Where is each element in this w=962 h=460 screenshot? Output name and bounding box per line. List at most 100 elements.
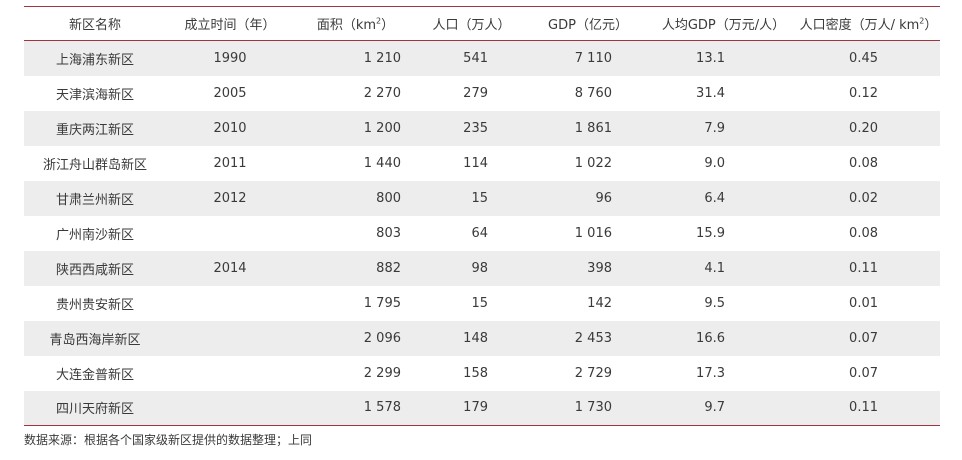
cell-area: 2 096 [363,330,401,346]
cell-gdp: 96 [595,190,612,206]
header-gdp: GDP（亿元） [548,18,628,33]
cell-area: 803 [376,225,401,241]
cell-population: 15 [471,190,488,206]
cell-gdp-per-capita: 16.6 [696,330,725,346]
cell-gdp-per-capita: 9.0 [704,155,725,171]
cell-population: 279 [463,85,488,101]
cell-year [166,286,294,321]
cell-name: 贵州贵安新区 [55,297,134,313]
cell-year: 2005 [213,85,247,101]
cell-gdp: 1 022 [574,155,612,171]
table-row: 贵州贵安新区 1 795 15 142 9.5 0.01 [24,286,940,321]
cell-population: 235 [463,120,488,136]
cell-area: 1 210 [363,50,401,66]
cell-name: 大连金普新区 [55,367,134,383]
table-row: 广州南沙新区 803 64 1 016 15.9 0.08 [24,216,940,251]
cell-gdp-per-capita: 6.4 [704,190,725,206]
table-body: 上海浦东新区 1990 1 210 541 7 110 13.1 0.45 天津滨海新区 200… [24,40,940,426]
cell-name: 青岛西海岸新区 [49,332,141,348]
cell-name: 上海浦东新区 [55,52,134,68]
cell-population: 114 [463,155,488,171]
cell-name: 甘肃兰州新区 [55,192,134,208]
table-header-row: 新区名称 成立时间（年） 面积（km2） 人口（万人） GDP（亿元） 人均GD… [24,6,940,41]
cell-gdp-per-capita: 4.1 [704,260,725,276]
data-table-container: 新区名称 成立时间（年） 面积（km2） 人口（万人） GDP（亿元） 人均GD… [24,6,940,426]
table-row: 天津滨海新区 2005 2 270 279 8 760 31.4 0.12 [24,76,940,111]
cell-density: 0.02 [849,190,878,206]
table-row: 陕西西咸新区 2014 882 98 398 4.1 0.11 [24,250,940,286]
cell-density: 0.08 [849,225,878,241]
cell-population: 541 [463,50,488,66]
cell-gdp: 1 730 [574,400,612,416]
cell-density: 0.07 [849,330,878,346]
cell-gdp: 142 [587,295,612,311]
cell-density: 0.01 [849,295,878,311]
table-row: 重庆两江新区 2010 1 200 235 1 861 7.9 0.20 [24,110,940,146]
cell-gdp-per-capita: 13.1 [696,50,725,66]
cell-density: 0.11 [849,260,878,276]
cell-density: 0.07 [849,365,878,381]
cell-name: 天津滨海新区 [55,87,134,103]
cell-population: 179 [463,400,488,416]
cell-year [166,356,294,391]
table-row: 甘肃兰州新区 2012 800 15 96 6.4 0.02 [24,180,940,216]
cell-density: 0.08 [849,155,878,171]
table-row: 大连金普新区 2 299 158 2 729 17.3 0.07 [24,356,940,391]
cell-area: 2 270 [363,85,401,101]
cell-gdp: 398 [587,260,612,276]
cell-population: 158 [463,365,488,381]
header-gdp-per-capita: 人均GDP（万元/人） [661,18,786,33]
table-row: 上海浦东新区 1990 1 210 541 7 110 13.1 0.45 [24,40,940,76]
cell-year [166,321,294,356]
cell-year: 2011 [213,155,247,171]
cell-year [166,216,294,251]
cell-gdp-per-capita: 15.9 [696,225,725,241]
cell-population: 148 [463,330,488,346]
source-note: 数据来源：根据各个国家级新区提供的数据整理；上同 [24,433,313,447]
cell-name: 浙江舟山群岛新区 [42,157,147,173]
cell-gdp: 2 453 [574,330,612,346]
table-row: 四川天府新区 1 578 179 1 730 9.7 0.11 [24,390,940,426]
cell-population: 98 [471,260,488,276]
cell-population: 64 [471,225,488,241]
header-name: 新区名称 [68,18,121,33]
cell-year: 2010 [213,120,247,136]
cell-area: 1 440 [363,155,401,171]
cell-gdp-per-capita: 17.3 [696,365,725,381]
cell-area: 1 795 [363,295,401,311]
table-row: 浙江舟山群岛新区 2011 1 440 114 1 022 9.0 0.08 [24,146,940,181]
cell-density: 0.45 [849,50,878,66]
cell-name: 广州南沙新区 [55,227,134,243]
cell-gdp-per-capita: 7.9 [704,120,725,136]
cell-gdp-per-capita: 9.7 [704,400,725,416]
cell-year: 1990 [213,50,247,66]
header-area: 面积（km2） [316,16,395,33]
cell-name: 陕西西咸新区 [55,262,134,278]
header-density: 人口密度（万人/ km2） [799,16,938,33]
table-row: 青岛西海岸新区 2 096 148 2 453 16.6 0.07 [24,320,940,356]
cell-gdp: 7 110 [574,50,612,66]
cell-area: 882 [376,260,401,276]
cell-gdp-per-capita: 9.5 [704,295,725,311]
cell-area: 800 [376,190,401,206]
cell-year: 2014 [213,260,247,276]
cell-name: 四川天府新区 [55,402,134,418]
cell-area: 1 578 [363,400,401,416]
cell-gdp: 1 861 [574,120,612,136]
header-year: 成立时间（年） [184,18,276,33]
cell-year: 2012 [213,190,247,206]
cell-area: 2 299 [363,365,401,381]
cell-gdp: 2 729 [574,365,612,381]
cell-year [166,391,294,426]
cell-name: 重庆两江新区 [55,122,134,138]
cell-population: 15 [471,295,488,311]
cell-gdp: 8 760 [574,85,612,101]
cell-gdp: 1 016 [574,225,612,241]
header-population: 人口（万人） [432,18,511,33]
cell-area: 1 200 [363,120,401,136]
cell-density: 0.11 [849,400,878,416]
cell-gdp-per-capita: 31.4 [696,85,725,101]
cell-density: 0.20 [849,120,878,136]
cell-density: 0.12 [849,85,878,101]
new-districts-table: 新区名称 成立时间（年） 面积（km2） 人口（万人） GDP（亿元） 人均GD… [24,6,940,426]
